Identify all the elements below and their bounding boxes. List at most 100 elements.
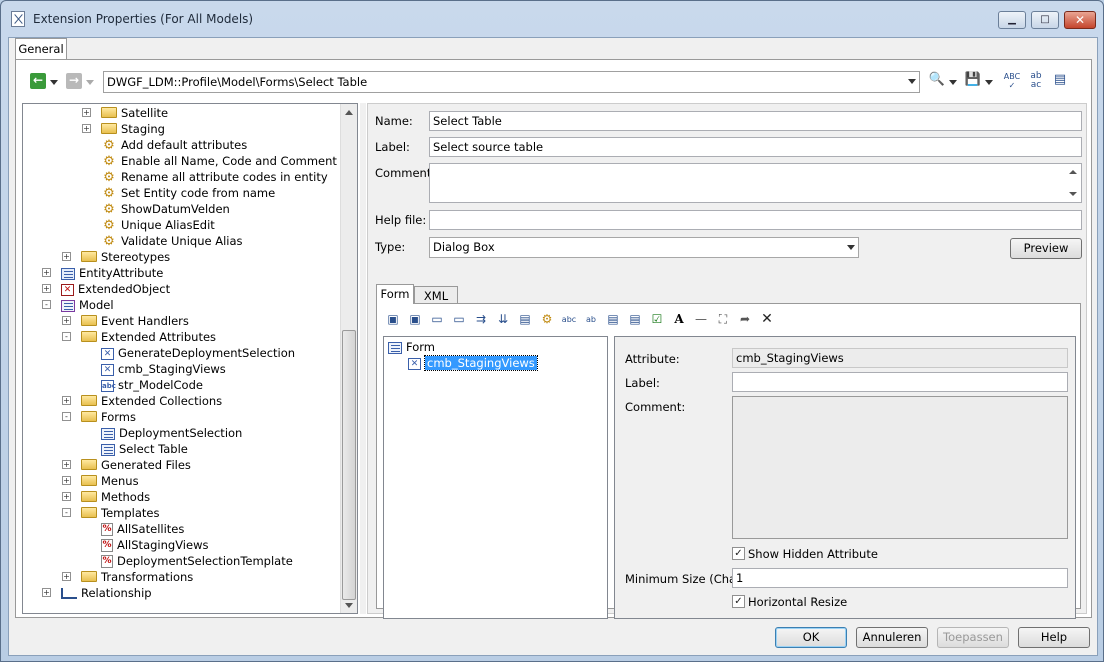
add-checkbox-icon[interactable]: ☑ [649, 312, 665, 328]
expand-icon[interactable]: + [62, 460, 71, 469]
expand-icon[interactable]: + [82, 108, 91, 117]
collapse-icon[interactable]: - [62, 412, 71, 421]
type-select[interactable]: Dialog Box [429, 237, 859, 258]
tree-item[interactable]: Relationship [61, 585, 152, 601]
comment-scroll-down-icon[interactable] [1069, 192, 1077, 196]
add-vertical-layout-icon[interactable]: ⇊ [495, 312, 511, 328]
close-button[interactable]: ✕ [1064, 11, 1096, 29]
expand-icon[interactable]: + [62, 252, 71, 261]
tree-item[interactable]: Stereotypes [81, 249, 170, 265]
chevron-down-icon[interactable] [908, 79, 916, 84]
add-list-box-icon[interactable]: ▤ [627, 312, 643, 328]
scroll-down-icon[interactable] [345, 603, 353, 608]
add-spacer-icon[interactable]: ⛶ [715, 312, 731, 328]
expand-icon[interactable]: + [42, 588, 51, 597]
tree-item[interactable]: ⚙ Set Entity code from name [101, 185, 275, 201]
tree-item[interactable]: % DeploymentSelectionTemplate [101, 553, 293, 569]
expand-icon[interactable]: + [62, 316, 71, 325]
tree-item[interactable]: ⚙ Rename all attribute codes in entity [101, 169, 327, 185]
add-text-icon[interactable]: A [671, 312, 687, 328]
tree-scrollbar[interactable] [340, 104, 357, 613]
form-tree[interactable]: Form ✕ cmb_StagingViews [383, 336, 608, 619]
pane-splitter[interactable] [360, 103, 366, 614]
horizontal-resize-checkbox[interactable]: ✓ [732, 595, 745, 608]
attribute-field[interactable]: cmb_StagingViews [732, 348, 1068, 368]
tree-item[interactable]: % AllSatellites [101, 521, 184, 537]
tree-item[interactable]: ⚙ Validate Unique Alias [101, 233, 242, 249]
back-arrow-icon[interactable]: ← [30, 73, 46, 89]
tree-item[interactable]: ⚙ Enable all Name, Code and Comment [101, 153, 337, 169]
add-page-icon[interactable]: ▣ [385, 312, 401, 328]
add-tab-icon[interactable]: ▭ [429, 312, 445, 328]
name-field[interactable]: Select Table [429, 111, 1082, 131]
tree-item[interactable]: Generated Files [81, 457, 191, 473]
tree-item[interactable]: Extended Collections [81, 393, 222, 409]
properties-icon[interactable]: ▤ [1050, 72, 1070, 90]
forward-arrow-icon[interactable]: → [66, 73, 82, 89]
tree-item[interactable]: EntityAttribute [61, 265, 163, 281]
add-frame-icon[interactable]: ▭ [451, 312, 467, 328]
expand-icon[interactable]: + [82, 124, 91, 133]
apply-button[interactable]: Toepassen [937, 627, 1009, 648]
help-button[interactable]: Help [1018, 627, 1090, 648]
tree-item[interactable]: abc str_ModelCode [101, 377, 203, 393]
tree-item[interactable]: Model [61, 297, 114, 313]
item-label-field[interactable] [732, 372, 1068, 392]
comment-field[interactable] [429, 163, 1082, 203]
replace-icon[interactable]: ab ac [1026, 72, 1046, 90]
ok-button[interactable]: OK [775, 627, 847, 648]
minimize-button[interactable]: ▁ [998, 11, 1026, 29]
save-icon[interactable]: 💾 [964, 72, 982, 90]
expand-icon[interactable]: + [62, 476, 71, 485]
delete-icon[interactable]: ✕ [759, 312, 775, 328]
scroll-up-icon[interactable] [345, 110, 353, 115]
tree-item[interactable]: Select Table [101, 441, 188, 457]
tree-item[interactable]: DeploymentSelection [101, 425, 242, 441]
helpfile-field[interactable] [429, 210, 1082, 230]
form-tree-item[interactable]: ✕ cmb_StagingViews [408, 355, 538, 371]
add-multiline-edit-icon[interactable]: ab [583, 312, 599, 328]
preview-button[interactable]: Preview [1010, 238, 1082, 259]
extension-tree[interactable]: + Satellite + Staging ⚙ Add default attribute… [22, 103, 358, 614]
tree-item[interactable]: Satellite [101, 105, 168, 121]
type-chevron-down-icon[interactable] [847, 245, 855, 250]
tree-item[interactable]: Staging [101, 121, 165, 137]
title-bar[interactable]: Extension Properties (For All Models) ▁ … [1, 1, 1103, 37]
tree-item[interactable]: Methods [81, 489, 150, 505]
scroll-thumb[interactable] [342, 330, 356, 600]
collapse-icon[interactable]: - [62, 508, 71, 517]
tree-item[interactable]: Menus [81, 473, 139, 489]
maximize-button[interactable]: □ [1031, 11, 1059, 29]
expand-icon[interactable]: + [42, 284, 51, 293]
add-combo-box-icon[interactable]: ▤ [605, 312, 621, 328]
tree-item[interactable]: Templates [81, 505, 159, 521]
comment-scroll-up-icon[interactable] [1069, 170, 1077, 174]
show-hidden-checkbox[interactable]: ✓ [732, 547, 745, 560]
tree-item[interactable]: Forms [81, 409, 136, 425]
cancel-button[interactable]: Annuleren [856, 627, 928, 648]
back-dropdown-icon[interactable] [50, 80, 58, 85]
minsize-field[interactable]: 1 [732, 568, 1068, 588]
tree-item[interactable]: ✕ cmb_StagingViews [101, 361, 226, 377]
tab-form[interactable]: Form [376, 284, 414, 304]
add-group-icon[interactable]: ▣ [407, 312, 423, 328]
collapse-icon[interactable]: - [62, 332, 71, 341]
expand-icon[interactable]: + [62, 572, 71, 581]
form-tree-root[interactable]: Form [388, 339, 435, 355]
add-attribute-icon[interactable]: ➦ [737, 312, 753, 328]
find-dropdown-icon[interactable] [949, 80, 957, 85]
add-method-button-icon[interactable]: ⚙ [539, 312, 555, 328]
tree-item[interactable]: ⚙ Add default attributes [101, 137, 247, 153]
add-edit-field-icon[interactable]: abc [561, 312, 577, 328]
spell-check-icon[interactable]: ABC ✓ [1002, 72, 1022, 90]
expand-icon[interactable]: + [62, 396, 71, 405]
tree-item[interactable]: Transformations [81, 569, 193, 585]
tree-item[interactable]: % AllStagingViews [101, 537, 208, 553]
add-horizontal-layout-icon[interactable]: ⇉ [473, 312, 489, 328]
tab-xml[interactable]: XML [414, 286, 458, 304]
tree-item[interactable]: Event Handlers [81, 313, 189, 329]
tree-item[interactable]: ✕ ExtendedObject [61, 281, 170, 297]
save-dropdown-icon[interactable] [985, 80, 993, 85]
tree-item[interactable]: ✕ GenerateDeploymentSelection [101, 345, 295, 361]
tab-general[interactable]: General [15, 38, 67, 60]
